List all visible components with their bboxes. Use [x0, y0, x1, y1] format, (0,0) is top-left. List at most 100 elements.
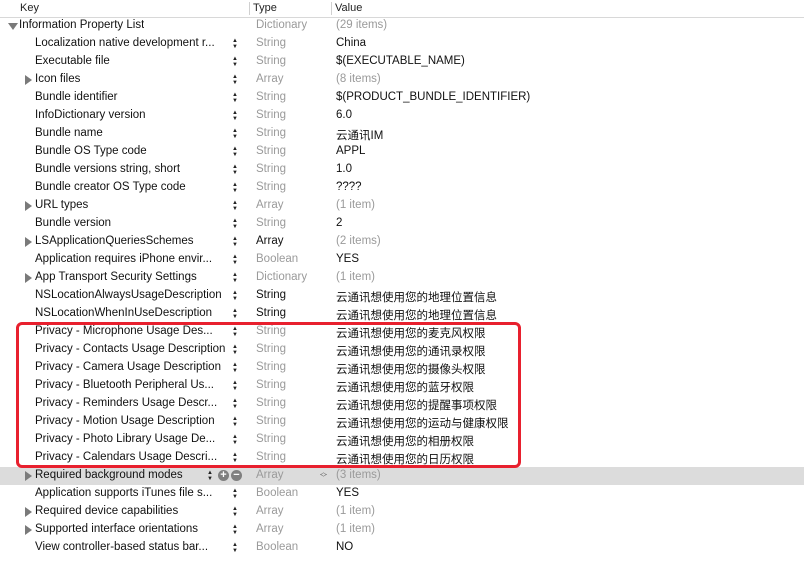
row-type[interactable]: Dictionary	[256, 19, 307, 31]
table-row-root[interactable]: Information Property List Dictionary (29…	[0, 17, 804, 35]
table-row[interactable]: App Transport Security Settings ▲ ▼ Dicti…	[0, 269, 804, 287]
table-row[interactable]: Application supports iTunes file s... ▲ ▼…	[0, 485, 804, 503]
value-column-header[interactable]: Value	[335, 2, 362, 14]
row-value[interactable]: 云通讯IM	[336, 127, 383, 143]
row-key[interactable]: Bundle identifier	[35, 91, 225, 103]
row-type[interactable]: String	[256, 217, 286, 229]
row-value[interactable]: ????	[336, 181, 362, 193]
stepper-icon[interactable]: ▲ ▼	[231, 38, 239, 50]
stepper-icon[interactable]: ▲ ▼	[231, 380, 239, 392]
stepper-icon[interactable]: ▲ ▼	[231, 524, 239, 536]
table-row[interactable]: View controller-based status bar... ▲ ▼ B…	[0, 539, 804, 557]
row-type[interactable]: Array	[256, 505, 283, 517]
stepper-icon[interactable]: ▲ ▼	[231, 92, 239, 104]
row-type[interactable]: String	[256, 451, 286, 463]
stepper-icon[interactable]: ▲ ▼	[231, 506, 239, 518]
table-row[interactable]: Privacy - Microphone Usage Des... ▲ ▼ Str…	[0, 323, 804, 341]
row-key[interactable]: Privacy - Microphone Usage Des...	[35, 325, 225, 337]
stepper-icon[interactable]: ▲ ▼	[231, 542, 239, 554]
row-value[interactable]: 云通讯想使用您的日历权限	[336, 451, 474, 467]
disclosure-triangle-icon[interactable]	[25, 471, 32, 481]
row-key[interactable]: Privacy - Reminders Usage Descr...	[35, 397, 225, 409]
table-row[interactable]: Privacy - Bluetooth Peripheral Us... ▲ ▼ …	[0, 377, 804, 395]
table-row[interactable]: Bundle creator OS Type code ▲ ▼ String ??…	[0, 179, 804, 197]
row-type[interactable]: String	[256, 289, 286, 301]
column-divider[interactable]	[331, 2, 332, 15]
row-type[interactable]: String	[256, 379, 286, 391]
remove-item-icon[interactable]: −	[231, 470, 242, 481]
key-column-header[interactable]: Key	[20, 2, 39, 14]
table-row[interactable]: Privacy - Motion Usage Description ▲ ▼ St…	[0, 413, 804, 431]
row-value[interactable]: 云通讯想使用您的相册权限	[336, 433, 474, 449]
table-row[interactable]: NSLocationAlwaysUsageDescription ▲ ▼ Stri…	[0, 287, 804, 305]
row-value[interactable]: 云通讯想使用您的蓝牙权限	[336, 379, 474, 395]
row-key[interactable]: Bundle OS Type code	[35, 145, 225, 157]
row-type[interactable]: String	[256, 91, 286, 103]
row-type[interactable]: String	[256, 325, 286, 337]
row-key[interactable]: Bundle versions string, short	[35, 163, 225, 175]
row-value[interactable]: China	[336, 37, 366, 49]
row-value[interactable]: YES	[336, 253, 359, 265]
row-key[interactable]: Privacy - Camera Usage Description	[35, 361, 227, 373]
stepper-icon[interactable]: ▲ ▼	[231, 344, 239, 356]
stepper-icon[interactable]: ▲ ▼	[231, 362, 239, 374]
type-column-header[interactable]: Type	[253, 2, 277, 14]
row-value[interactable]: 云通讯想使用您的摄像头权限	[336, 361, 486, 377]
row-key[interactable]: Required device capabilities	[35, 505, 225, 517]
row-type[interactable]: Boolean	[256, 487, 298, 499]
stepper-icon[interactable]: ▲ ▼	[231, 272, 239, 284]
row-type[interactable]: String	[256, 307, 286, 319]
row-key[interactable]: Privacy - Motion Usage Description	[35, 415, 227, 427]
stepper-icon[interactable]: ▲ ▼	[231, 110, 239, 122]
stepper-icon[interactable]: ▲ ▼	[231, 200, 239, 212]
row-key[interactable]: App Transport Security Settings	[35, 271, 225, 283]
row-key[interactable]: Localization native development r...	[35, 37, 225, 49]
row-key[interactable]: URL types	[35, 199, 225, 211]
table-row[interactable]: NSLocationWhenInUseDescription ▲ ▼ String…	[0, 305, 804, 323]
row-value[interactable]: 云通讯想使用您的地理位置信息	[336, 307, 497, 323]
row-value[interactable]: 云通讯想使用您的通讯录权限	[336, 343, 486, 359]
disclosure-triangle-icon[interactable]	[8, 23, 18, 30]
table-row[interactable]: Application requires iPhone envir... ▲ ▼ …	[0, 251, 804, 269]
row-key[interactable]: Privacy - Calendars Usage Descri...	[35, 451, 225, 463]
table-row[interactable]: LSApplicationQueriesSchemes ▲ ▼ Array (2 …	[0, 233, 804, 251]
row-type[interactable]: String	[256, 127, 286, 139]
row-key[interactable]: Executable file	[35, 55, 225, 67]
stepper-icon[interactable]: ▲ ▼	[231, 146, 239, 158]
table-row[interactable]: Bundle versions string, short ▲ ▼ String …	[0, 161, 804, 179]
table-row[interactable]: InfoDictionary version ▲ ▼ String 6.0	[0, 107, 804, 125]
row-type[interactable]: Array	[256, 73, 283, 85]
stepper-icon[interactable]: ▲ ▼	[231, 182, 239, 194]
row-type[interactable]: Boolean	[256, 253, 298, 265]
add-item-icon[interactable]: +	[218, 470, 229, 481]
row-type[interactable]: String	[256, 145, 286, 157]
row-type[interactable]: String	[256, 433, 286, 445]
disclosure-triangle-icon[interactable]	[25, 201, 32, 211]
table-row[interactable]: Required device capabilities ▲ ▼ Array (1…	[0, 503, 804, 521]
row-key[interactable]: Icon files	[35, 73, 225, 85]
stepper-icon[interactable]: ▲ ▼	[206, 470, 214, 482]
row-key[interactable]: NSLocationWhenInUseDescription	[35, 307, 225, 319]
row-type[interactable]: String	[256, 37, 286, 49]
stepper-icon[interactable]: ▲ ▼	[231, 434, 239, 446]
row-type[interactable]: Array	[256, 199, 283, 211]
stepper-icon[interactable]: ▲ ▼	[231, 452, 239, 464]
row-key[interactable]: Supported interface orientations	[35, 523, 225, 535]
row-key[interactable]: View controller-based status bar...	[35, 541, 225, 553]
table-row[interactable]: Supported interface orientations ▲ ▼ Arra…	[0, 521, 804, 539]
row-value[interactable]: 1.0	[336, 163, 352, 175]
table-row[interactable]: Bundle name ▲ ▼ String 云通讯IM	[0, 125, 804, 143]
stepper-icon[interactable]: ▲ ▼	[231, 218, 239, 230]
row-value[interactable]: APPL	[336, 145, 365, 157]
disclosure-triangle-icon[interactable]	[25, 507, 32, 517]
stepper-icon[interactable]: ▲ ▼	[231, 74, 239, 86]
column-divider[interactable]	[249, 2, 250, 15]
table-row[interactable]: Privacy - Photo Library Usage De... ▲ ▼ S…	[0, 431, 804, 449]
row-value[interactable]: 6.0	[336, 109, 352, 121]
disclosure-triangle-icon[interactable]	[25, 273, 32, 283]
row-key[interactable]: Application requires iPhone envir...	[35, 253, 225, 265]
row-value[interactable]: 云通讯想使用您的地理位置信息	[336, 289, 497, 305]
row-type[interactable]: String	[256, 343, 286, 355]
table-row[interactable]: Privacy - Contacts Usage Description ▲ ▼ …	[0, 341, 804, 359]
table-row-selected[interactable]: Required background modes ▲ ▼ + − Array ︿…	[0, 467, 804, 485]
